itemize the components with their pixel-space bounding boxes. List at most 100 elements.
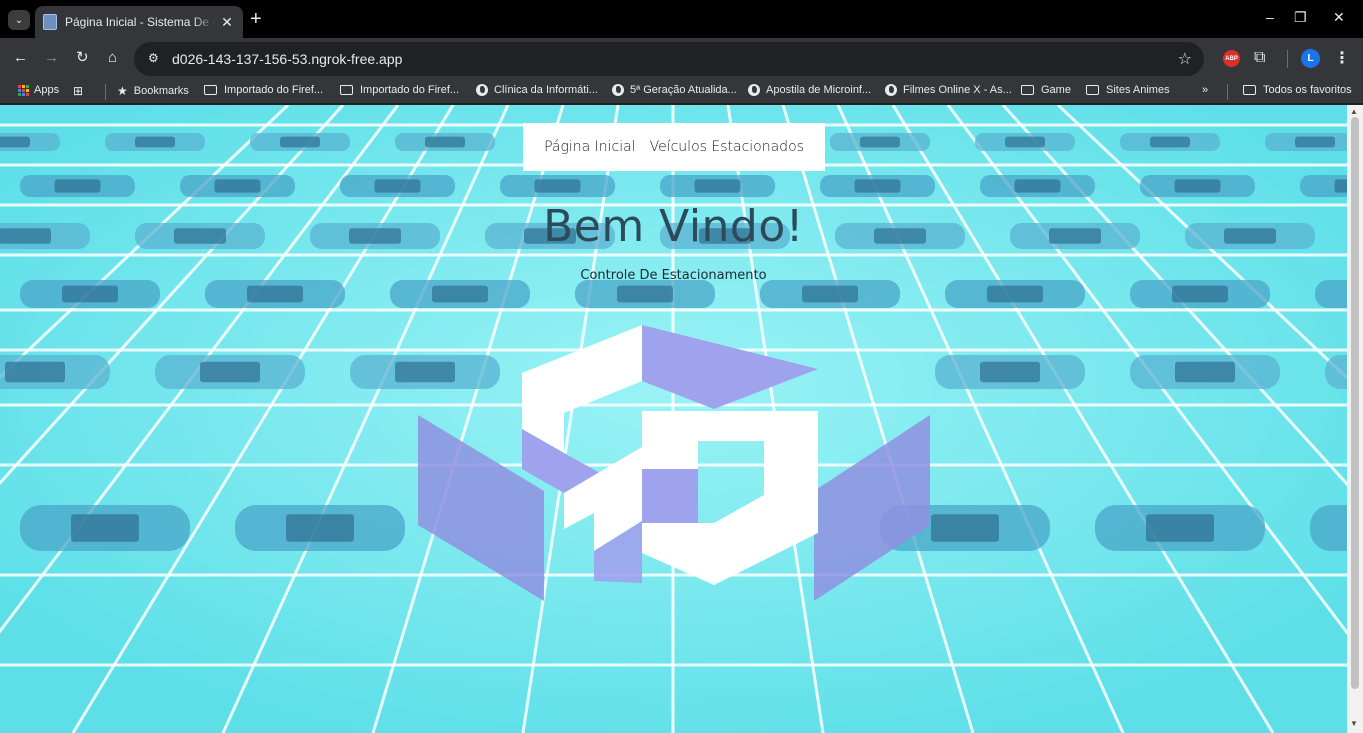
- bookmark-bookmarks[interactable]: ★ Bookmarks: [117, 84, 189, 98]
- company-logo: [418, 325, 930, 601]
- globe-icon: [885, 84, 897, 96]
- car-window: [0, 136, 30, 148]
- parked-car: [1310, 505, 1347, 551]
- bookmark-label: Filmes Online X - As...: [903, 84, 1012, 96]
- bookmark-game[interactable]: Game: [1021, 84, 1071, 96]
- site-info-icon[interactable]: ⚙: [148, 51, 159, 65]
- car-window: [71, 514, 139, 542]
- bookmark-filmes[interactable]: Filmes Online X - As...: [885, 84, 1012, 96]
- adblock-extension-icon[interactable]: ABP: [1223, 50, 1240, 67]
- bookmark-label: Importado do Firef...: [224, 84, 324, 96]
- bookmark-label: Apostila de Microinf...: [766, 84, 872, 96]
- globe-icon: [748, 84, 760, 96]
- all-bookmarks[interactable]: Todos os favoritos: [1243, 84, 1352, 96]
- address-bar[interactable]: ⚙ d026-143-137-156-53.ngrok-free.app ☆: [134, 42, 1204, 76]
- scroll-up-arrow-icon[interactable]: ▲: [1350, 107, 1358, 116]
- car-window: [617, 285, 673, 303]
- bookmark-apostila[interactable]: Apostila de Microinf...: [748, 84, 871, 96]
- folder-icon: [340, 85, 353, 95]
- globe-icon: [612, 84, 624, 96]
- car-window: [286, 514, 354, 542]
- car-window: [980, 361, 1040, 383]
- bookmark-divider: [1227, 84, 1228, 100]
- page-title: Bem Vindo!: [543, 201, 804, 252]
- car-window: [135, 136, 175, 148]
- bookmark-label: 5ª Geração Atualida...: [630, 84, 737, 96]
- car-window: [214, 179, 261, 193]
- tab-active[interactable]: Página Inicial - Sistema De Controle De …: [35, 6, 243, 38]
- car-window: [1014, 179, 1061, 193]
- restore-button[interactable]: ❐: [1294, 9, 1307, 26]
- bookmark-label: Sites Animes: [1106, 84, 1170, 96]
- folder-icon: [1086, 85, 1099, 95]
- new-tab-button[interactable]: +: [250, 9, 262, 29]
- url-text[interactable]: d026-143-137-156-53.ngrok-free.app: [172, 51, 402, 67]
- scroll-down-arrow-icon[interactable]: ▼: [1350, 719, 1358, 728]
- bookmark-label: Todos os favoritos: [1263, 84, 1352, 96]
- bookmark-label: Apps: [34, 84, 60, 96]
- car-window: [1174, 179, 1221, 193]
- menu-dots-icon[interactable]: ⋮: [1334, 48, 1350, 68]
- apps-icon: [18, 84, 29, 96]
- profile-avatar[interactable]: L: [1301, 49, 1320, 68]
- car-window: [987, 285, 1043, 303]
- car-window: [425, 136, 465, 148]
- car-window: [1172, 285, 1228, 303]
- bookmark-tab-groups[interactable]: ⊞: [73, 84, 89, 98]
- extensions-puzzle-icon[interactable]: ⧉: [1254, 49, 1265, 67]
- bookmark-folder-2[interactable]: Importado do Firef...: [340, 84, 459, 96]
- tab-groups-icon: ⊞: [73, 84, 84, 98]
- folder-icon: [1021, 85, 1034, 95]
- tab-search-button[interactable]: ⌄: [8, 10, 30, 30]
- close-window-button[interactable]: ✕: [1333, 9, 1345, 26]
- bookmark-geracao[interactable]: 5ª Geração Atualida...: [612, 84, 737, 96]
- folder-icon: [1243, 85, 1256, 95]
- bookmark-apps[interactable]: Apps: [18, 84, 59, 96]
- page-subtitle: Controle De Estacionamento: [580, 268, 767, 283]
- tab-strip: ⌄ Página Inicial - Sistema De Controle D…: [0, 0, 1363, 38]
- star-icon: ★: [117, 84, 128, 98]
- car-window: [247, 285, 303, 303]
- bookmark-label: Game: [1041, 84, 1071, 96]
- bookmark-label: Clínica da Informáti...: [494, 84, 598, 96]
- tab-title: Página Inicial - Sistema De Controle De …: [65, 15, 215, 29]
- minimize-button[interactable]: –: [1266, 9, 1274, 25]
- car-window: [854, 179, 901, 193]
- car-window: [1334, 179, 1347, 193]
- car-window: [802, 285, 858, 303]
- toolbar: ← → ↻ ⌂ ⚙ d026-143-137-156-53.ngrok-free…: [0, 38, 1363, 80]
- nav-link-parked-vehicles[interactable]: Veículos Estacionados: [650, 139, 804, 155]
- folder-icon: [204, 85, 217, 95]
- bookmark-clinica[interactable]: Clínica da Informáti...: [476, 84, 598, 96]
- reload-icon[interactable]: ↻: [76, 50, 89, 66]
- bookmarks-bar: Apps ⊞ ★ Bookmarks Importado do Firef...…: [0, 80, 1363, 104]
- top-nav: Página Inicial Veículos Estacionados: [523, 123, 825, 171]
- car-window: [374, 179, 421, 193]
- bookmark-divider: [105, 84, 106, 100]
- car-window: [534, 179, 581, 193]
- car-window: [1295, 136, 1335, 148]
- car-window: [860, 136, 900, 148]
- bookmark-label: Importado do Firef...: [360, 84, 460, 96]
- car-window: [1150, 136, 1190, 148]
- bookmarks-overflow-button[interactable]: »: [1202, 84, 1208, 96]
- home-icon[interactable]: ⌂: [108, 50, 117, 66]
- car-window: [931, 514, 999, 542]
- star-icon[interactable]: ☆: [1178, 49, 1192, 69]
- scroll-thumb[interactable]: [1351, 117, 1359, 689]
- car-window: [432, 285, 488, 303]
- bookmark-label: Bookmarks: [133, 85, 189, 97]
- page-viewport: Página Inicial Veículos Estacionados Bem…: [0, 105, 1347, 733]
- car-window: [54, 179, 101, 193]
- car-window: [694, 179, 741, 193]
- nav-link-home[interactable]: Página Inicial: [544, 139, 636, 155]
- forward-arrow-icon[interactable]: →: [44, 50, 59, 66]
- close-icon[interactable]: ✕: [219, 14, 235, 31]
- bookmark-sites-animes[interactable]: Sites Animes: [1086, 84, 1170, 96]
- back-arrow-icon[interactable]: ←: [13, 50, 28, 66]
- bookmark-folder-1[interactable]: Importado do Firef...: [204, 84, 323, 96]
- car-window: [1175, 361, 1235, 383]
- scrollbar[interactable]: ▲ ▼: [1347, 105, 1363, 733]
- page-favicon-icon: [43, 14, 57, 30]
- car-window: [5, 361, 65, 383]
